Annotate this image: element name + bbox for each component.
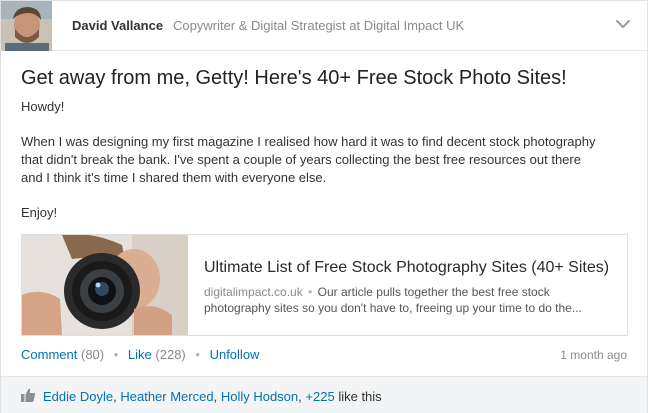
comma: , bbox=[113, 389, 117, 404]
post-actions: Comment (80) • Like (228) • Unfollow bbox=[21, 347, 259, 362]
comma: , bbox=[298, 389, 302, 404]
link-preview-description: digitalimpact.co.uk • Our article pulls … bbox=[204, 284, 609, 316]
post-body-line: and I think it's time I shared them with… bbox=[21, 170, 327, 185]
post-body-line: that didn't break the bank. I've spent a… bbox=[21, 152, 581, 167]
link-preview-title[interactable]: Ultimate List of Free Stock Photography … bbox=[204, 259, 609, 277]
post-card: David Vallance Copywriter & Digital Stra… bbox=[0, 0, 648, 413]
comment-count: (80) bbox=[80, 347, 105, 362]
post-body: When I was designing my first magazine I… bbox=[21, 133, 595, 187]
link-preview-image[interactable] bbox=[22, 235, 188, 335]
separator-dot: • bbox=[113, 347, 119, 362]
link-preview[interactable]: Ultimate List of Free Stock Photography … bbox=[21, 234, 628, 336]
likes-summary: Eddie Doyle, Heather Merced, Holly Hodso… bbox=[43, 389, 382, 404]
more-likers-link[interactable]: +225 bbox=[305, 389, 334, 404]
avatar[interactable] bbox=[1, 1, 52, 51]
post-timestamp: 1 month ago bbox=[560, 348, 627, 362]
like-button[interactable]: Like bbox=[128, 347, 152, 362]
author-headline: Copywriter & Digital Strategist at Digit… bbox=[173, 18, 465, 33]
comment-button[interactable]: Comment bbox=[21, 347, 77, 362]
author-name[interactable]: David Vallance bbox=[72, 18, 163, 33]
link-preview-domain: digitalimpact.co.uk bbox=[204, 285, 303, 299]
post-signoff: Enjoy! bbox=[21, 205, 58, 220]
separator-dot: • bbox=[195, 347, 200, 362]
post-title: Get away from me, Getty! Here's 40+ Free… bbox=[21, 67, 567, 89]
like-count: (228) bbox=[155, 347, 186, 362]
thumbs-up-icon bbox=[21, 388, 36, 402]
comma: , bbox=[213, 389, 218, 404]
likes-bar: Eddie Doyle, Heather Merced, Holly Hodso… bbox=[1, 376, 647, 413]
liker-link[interactable]: Eddie Doyle bbox=[43, 389, 113, 404]
unfollow-button[interactable]: Unfollow bbox=[210, 347, 260, 362]
liker-link[interactable]: Heather Merced bbox=[120, 389, 213, 404]
liker-link[interactable]: Holly Hodson bbox=[221, 389, 298, 404]
post-header: David Vallance Copywriter & Digital Stra… bbox=[1, 1, 647, 51]
post-greeting: Howdy! bbox=[21, 99, 65, 114]
chevron-down-icon[interactable] bbox=[613, 14, 633, 34]
post-body-line: When I was designing my first magazine I… bbox=[21, 134, 596, 149]
separator-dot: • bbox=[308, 285, 313, 299]
likes-suffix: like this bbox=[338, 389, 382, 404]
